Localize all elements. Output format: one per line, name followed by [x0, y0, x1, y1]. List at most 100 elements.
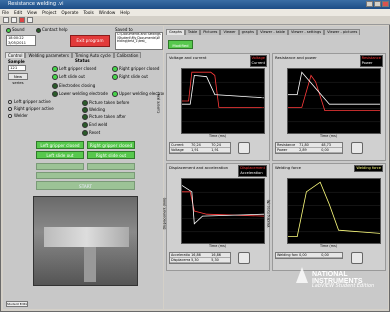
graph-plot-0[interactable] — [181, 68, 266, 134]
status-led-0 — [52, 66, 58, 72]
cursor-cell: 1,91 — [211, 148, 219, 152]
graph-cursor-table-3[interactable]: Welding force 0,00 0,00 — [275, 252, 344, 259]
cursor-cell: Voltage — [171, 148, 184, 152]
status-led-8 — [82, 107, 88, 113]
cursor-row-2-1: Displacement5,305,30 — [170, 258, 231, 263]
run-arrow-icon[interactable] — [3, 17, 9, 23]
right-tab-0[interactable]: Graphs — [166, 29, 185, 35]
graph-legend-1: Resistance Power — [359, 55, 383, 67]
graph-zoom-icon-1[interactable] — [350, 142, 363, 154]
aux-button-2[interactable] — [87, 163, 135, 170]
status-led-10 — [82, 122, 88, 128]
graph-title-0: Voltage and current — [169, 55, 207, 60]
pause-icon[interactable] — [27, 17, 33, 23]
graph-cursor-table-2[interactable]: Acceleration16,8616,86Displacement5,305,… — [169, 252, 232, 264]
graph-zoom-icon-2[interactable] — [237, 252, 250, 264]
status-led-5 — [52, 91, 58, 97]
graph-cursor-table-1[interactable]: Resistance 71,80 48,73 Power 2,89 0,00 — [275, 142, 344, 154]
menu-view[interactable]: View — [27, 10, 37, 15]
left-tab-strip: Control Welding parameters Timing Auto cyc… — [5, 52, 142, 58]
status-label-2: Left slide out — [59, 74, 85, 79]
left-slide-out-button[interactable]: Left slide out — [36, 151, 84, 159]
status-label-9: Picture taken after — [89, 114, 126, 119]
menu-tools[interactable]: Tools — [83, 10, 93, 15]
close-icon[interactable] — [382, 1, 389, 7]
saved-to-path: C:\Documents and Settings\Student\My Doc… — [115, 32, 163, 50]
graph-ylabel-2: Displacement (mm) — [162, 197, 167, 230]
window-title: Resistance welding .vi — [8, 1, 64, 7]
graph-line-1-0 — [288, 74, 380, 111]
menu-window[interactable]: Window — [99, 10, 116, 15]
graph-zoom-icon-0[interactable] — [237, 142, 250, 154]
right-tab-3[interactable]: Viewer — [220, 29, 239, 35]
status-label-1: Right gripper closed — [119, 66, 160, 71]
graph-plot-1[interactable] — [287, 68, 382, 134]
toolbar — [0, 16, 390, 25]
left-tab-1[interactable]: Welding parameters — [25, 52, 72, 58]
graph-plot-3[interactable] — [287, 178, 382, 244]
cursor-cell: 5,30 — [211, 258, 219, 262]
menu-operate[interactable]: Operate — [61, 10, 78, 15]
sample-input[interactable]: 121 — [8, 65, 26, 71]
status-led-11 — [82, 130, 88, 136]
camera-picture — [33, 196, 138, 286]
menu-file[interactable]: File — [2, 10, 9, 15]
graph-xlabel-0: Time (ms) — [209, 134, 227, 138]
radio-label-0: Left gripper active — [14, 99, 51, 104]
left-tab-0[interactable]: Control — [5, 52, 26, 58]
status-led-2 — [52, 74, 58, 80]
status-label-8: Welding — [89, 107, 106, 112]
radio-0[interactable] — [8, 100, 12, 104]
graph-legend-0: Voltage Current — [249, 55, 267, 67]
radio-2[interactable] — [8, 114, 12, 118]
ni-eagle-icon — [296, 267, 308, 283]
status-led-7 — [82, 100, 88, 106]
cursor-cell: 70,24 — [211, 143, 221, 147]
minimize-icon[interactable] — [366, 1, 373, 7]
new-series-button[interactable]: New series — [8, 73, 28, 85]
right-tab-6[interactable]: Viewer - settings — [287, 29, 325, 35]
right-gripper-closed-button[interactable]: Right gripper closed — [87, 141, 135, 149]
right-tab-2[interactable]: Pictures — [200, 29, 221, 35]
maximize-icon[interactable] — [374, 1, 381, 7]
menu-project[interactable]: Project — [42, 10, 56, 15]
right-tab-strip: Graphs Table Pictures Viewer graphs Viewer - … — [166, 29, 361, 35]
graph-ylabel-3: Welding force (N) — [266, 199, 271, 228]
left-gripper-closed-button[interactable]: Left gripper closed — [36, 141, 84, 149]
status-led-9 — [82, 114, 88, 120]
exit-program-button[interactable]: Exit program — [70, 35, 110, 47]
graph-title-3: Welding force — [275, 165, 301, 170]
aux-button-1[interactable] — [36, 163, 84, 170]
graph-ylabel-1: Power (W) — [260, 95, 265, 112]
right-tab-7[interactable]: Viewer - pictures — [324, 29, 361, 35]
cursor-row-1-1: Power 2,89 0,00 — [276, 148, 343, 153]
aux-button-3[interactable] — [36, 172, 135, 179]
run-continuous-icon[interactable] — [11, 17, 17, 23]
camera-electrode — [44, 227, 129, 247]
status-label-0: Left gripper closed — [59, 66, 97, 71]
left-tab-3[interactable]: Calibration — [113, 52, 142, 58]
graph-line-2-1 — [181, 185, 265, 225]
graph-panel-2: Displacement and acceleration Displacemen… — [162, 163, 270, 271]
graph-ylabel-0: Current (kA) — [156, 93, 161, 114]
sound-label: Sound — [12, 27, 25, 32]
radio-1[interactable] — [8, 107, 12, 111]
menu-edit[interactable]: Edit — [14, 10, 22, 15]
modified-data-indicator: Modified data — [168, 40, 193, 57]
graph-plot-2[interactable] — [181, 178, 266, 244]
abort-icon[interactable] — [19, 17, 25, 23]
contact-help-led[interactable] — [36, 28, 41, 33]
graph-panel-3: Welding force Welding force Time (ms) Weldi… — [266, 163, 386, 271]
menu-help[interactable]: Help — [120, 10, 130, 15]
graph-cursor-table-0[interactable]: Current 70,24 70,24 Voltage 1,91 1,91 — [169, 142, 232, 154]
sound-led[interactable] — [6, 28, 11, 33]
status-label-7: Picture taken before — [89, 100, 130, 105]
right-tab-5[interactable]: Viewer - table — [257, 29, 288, 35]
legend-entry-1-1: Power — [361, 61, 373, 65]
start-button[interactable]: START — [36, 181, 135, 190]
right-slide-out-button[interactable]: Right slide out — [87, 151, 135, 159]
right-tab-4[interactable]: graphs — [238, 29, 258, 35]
status-title: Status — [75, 58, 90, 63]
graph-curves-1 — [288, 71, 382, 122]
right-tab-1[interactable]: Table — [184, 29, 201, 35]
